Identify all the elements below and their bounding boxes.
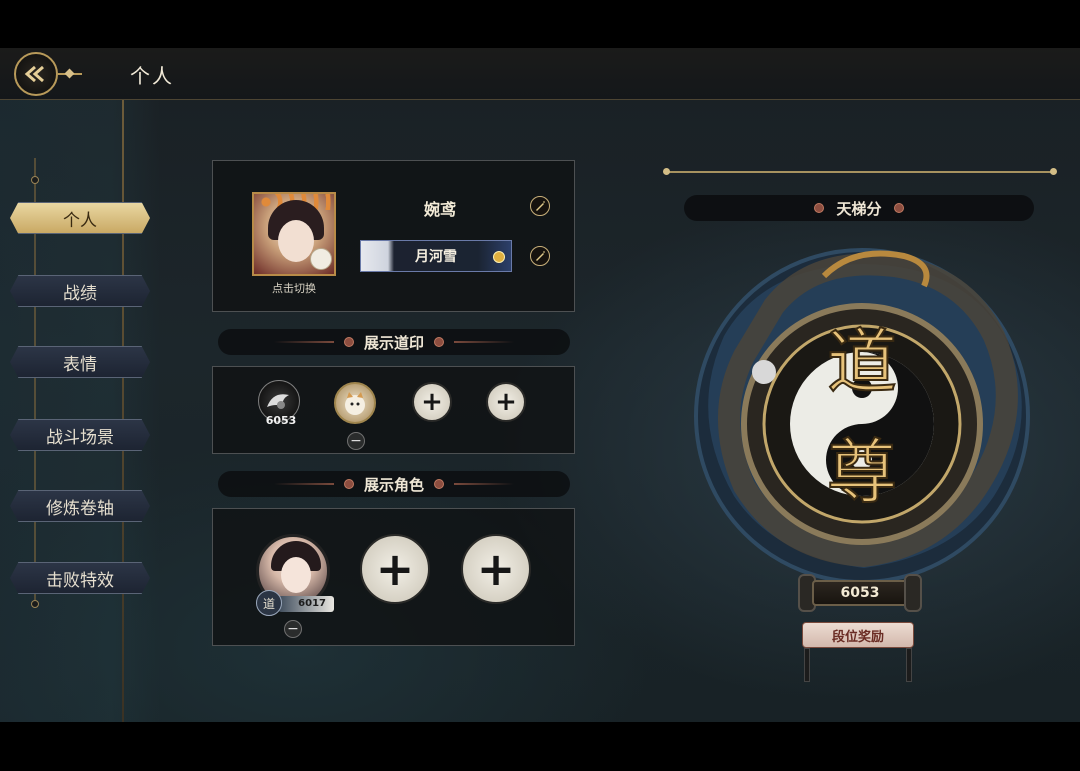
add-seal-button[interactable]: + bbox=[486, 382, 526, 422]
title-badge-label: 月河雪 bbox=[415, 249, 457, 265]
edit-title-button[interactable] bbox=[530, 246, 550, 266]
header-ornament bbox=[454, 341, 514, 343]
pearl-ornament bbox=[752, 360, 776, 384]
avatar[interactable] bbox=[252, 192, 336, 276]
plus-icon: + bbox=[421, 387, 443, 417]
sidebar-item-emotes[interactable]: 表情 bbox=[10, 346, 150, 378]
back-arrow-icon bbox=[24, 65, 44, 83]
edit-nickname-button[interactable] bbox=[530, 196, 550, 216]
badge-gem-icon bbox=[493, 251, 505, 263]
reward-pole bbox=[906, 648, 912, 682]
rank-reward-button[interactable]: 段位奖励 bbox=[802, 622, 914, 648]
seals-section-header: 展示道印 bbox=[218, 329, 570, 355]
plate-cap bbox=[904, 574, 922, 612]
pencil-icon bbox=[536, 251, 545, 261]
sidebar-item-personal[interactable]: 个人 bbox=[10, 202, 150, 234]
add-seal-button[interactable]: + bbox=[412, 382, 452, 422]
ladder-score: 6053 bbox=[840, 585, 880, 601]
characters-section-title: 展示角色 bbox=[363, 475, 424, 494]
header-ornament bbox=[273, 341, 334, 343]
cat-seal[interactable] bbox=[334, 382, 376, 424]
remove-seal-button[interactable]: − bbox=[347, 432, 365, 450]
rank-emblem[interactable]: 道 尊 bbox=[664, 246, 1060, 586]
character-rank-icon: 道 bbox=[256, 590, 282, 616]
sidebar-item-record[interactable]: 战绩 bbox=[10, 275, 150, 307]
flower-ornament-icon bbox=[343, 337, 354, 347]
plus-icon: + bbox=[375, 542, 415, 596]
title-badge[interactable]: 月河雪 bbox=[360, 240, 512, 272]
seals-section-title: 展示道印 bbox=[363, 333, 424, 352]
sidebar-rail bbox=[122, 100, 124, 722]
add-character-button[interactable]: + bbox=[461, 534, 531, 604]
rail-ornament bbox=[31, 176, 39, 184]
ladder-divider bbox=[663, 168, 1057, 175]
rank-reward-label: 段位奖励 bbox=[831, 629, 884, 645]
sidebar-item-defeat-effect[interactable]: 击败特效 bbox=[10, 562, 150, 594]
cat-icon bbox=[345, 392, 365, 415]
page-title: 个人 bbox=[130, 64, 174, 88]
back-ornament-diamond bbox=[64, 68, 75, 79]
flower-ornament-icon bbox=[434, 479, 444, 489]
remove-character-button[interactable]: − bbox=[284, 620, 302, 638]
rail-ornament bbox=[31, 600, 39, 608]
characters-section-header: 展示角色 bbox=[218, 471, 570, 497]
ladder-header: 天梯分 bbox=[684, 195, 1034, 221]
sidebar-item-battle-scene[interactable]: 战斗场景 bbox=[10, 419, 150, 451]
header-ornament bbox=[273, 483, 334, 485]
pencil-icon bbox=[536, 201, 545, 211]
header-ornament bbox=[454, 483, 514, 485]
flower-ornament-icon bbox=[814, 203, 825, 213]
flower-ornament-icon bbox=[343, 479, 354, 489]
flower-ornament-icon bbox=[434, 337, 444, 347]
plus-icon: + bbox=[495, 387, 517, 417]
back-button[interactable] bbox=[14, 52, 58, 96]
flower-ornament-icon bbox=[893, 203, 904, 213]
sidebar-item-scroll[interactable]: 修炼卷轴 bbox=[10, 490, 150, 522]
character-score: 6017 bbox=[278, 596, 334, 612]
ladder-score-plate: 6053 bbox=[798, 572, 922, 614]
rank-seal-value: 6053 bbox=[265, 414, 297, 427]
header-bar: 个人 bbox=[0, 48, 1080, 100]
reward-pole bbox=[804, 648, 810, 682]
sidebar bbox=[0, 100, 160, 722]
character-face bbox=[281, 557, 311, 593]
bottom-letterbox bbox=[0, 722, 1080, 771]
plus-icon: + bbox=[476, 542, 516, 596]
avatar-face bbox=[278, 220, 314, 262]
avatar-switch-label[interactable]: 点击切换 bbox=[252, 280, 336, 296]
rank-name-char-1: 道 bbox=[827, 321, 897, 403]
nickname: 婉鸢 bbox=[423, 200, 456, 219]
avatar-cat bbox=[310, 248, 332, 270]
ladder-title: 天梯分 bbox=[836, 199, 882, 218]
rank-name-char-2: 尊 bbox=[827, 431, 897, 513]
add-character-button[interactable]: + bbox=[360, 534, 430, 604]
